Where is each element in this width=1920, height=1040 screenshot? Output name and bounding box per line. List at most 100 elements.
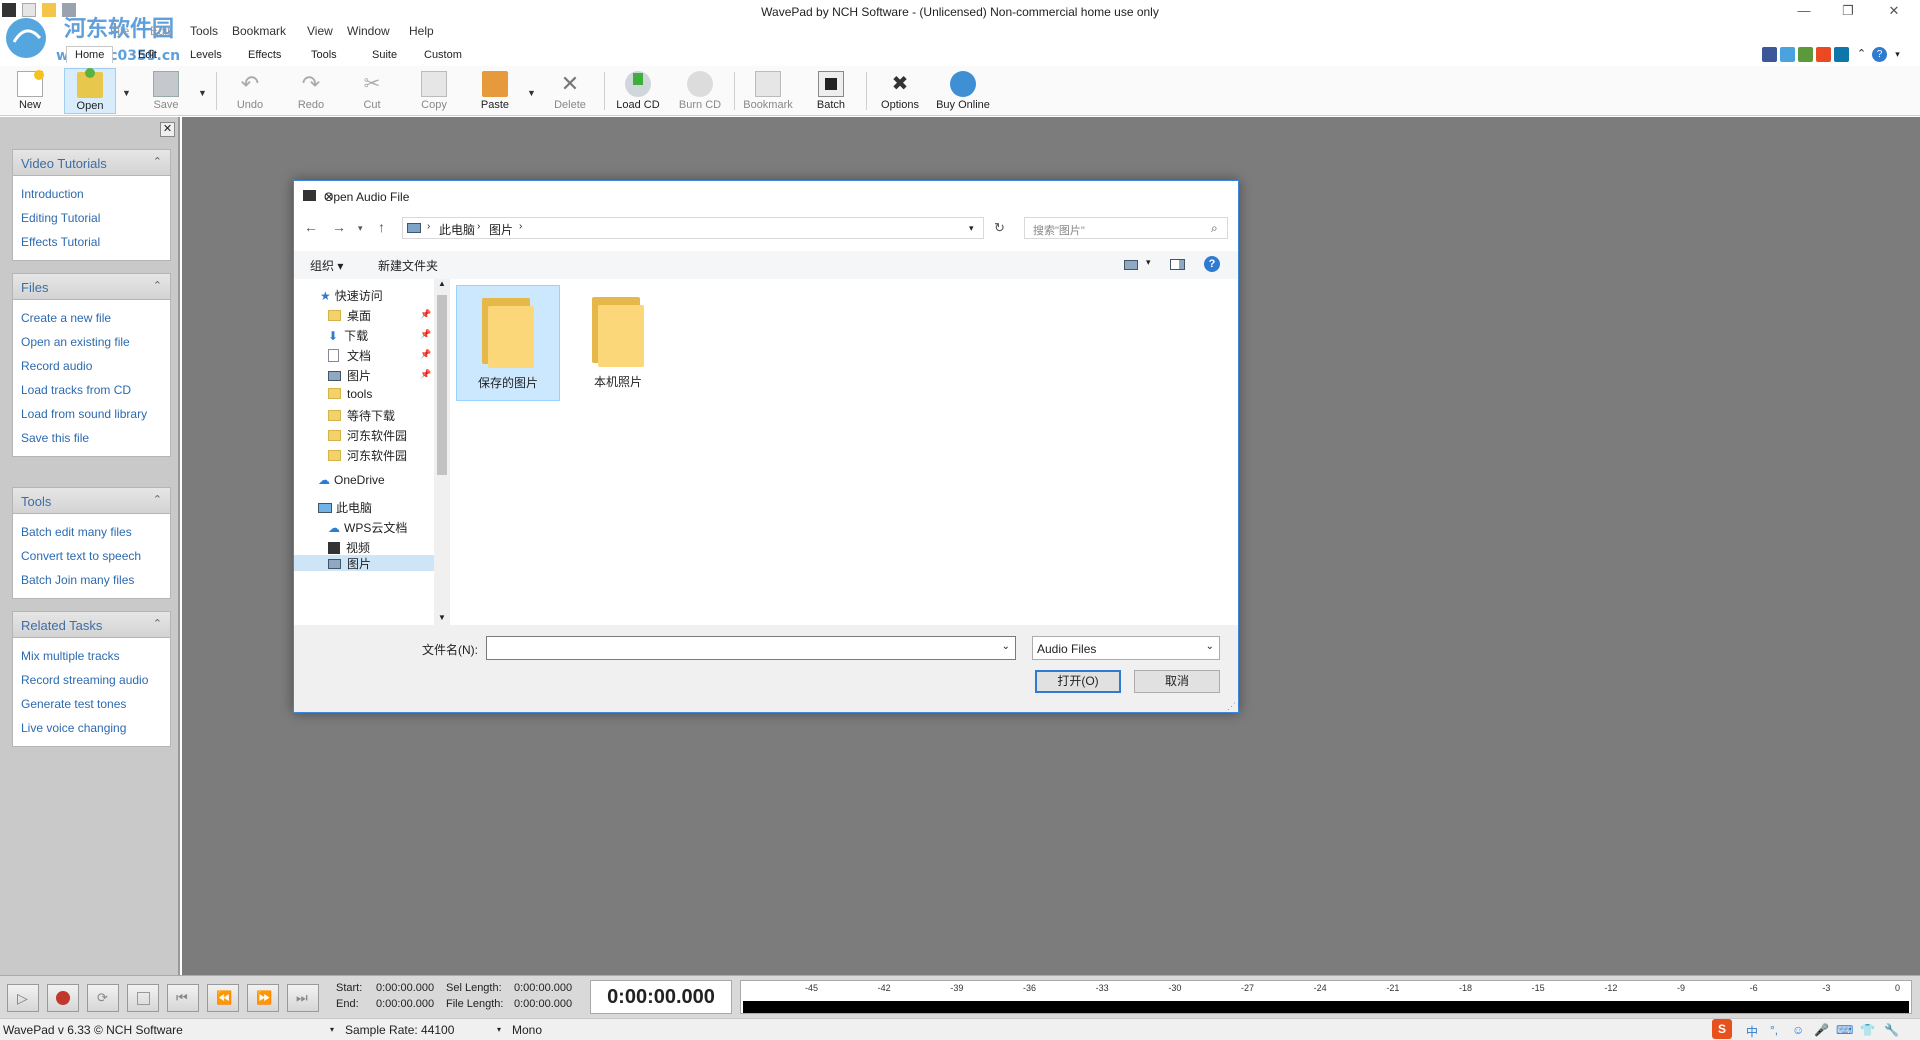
linkedin-icon[interactable] xyxy=(1834,47,1849,62)
save-button[interactable]: Save xyxy=(140,68,192,114)
link-load-sound-library[interactable]: Load from sound library xyxy=(13,406,170,422)
rewind-button[interactable]: ⏪ xyxy=(207,984,239,1012)
link-create-new-file[interactable]: Create a new file xyxy=(13,310,170,326)
new-folder-button[interactable]: 新建文件夹 xyxy=(378,257,438,274)
go-start-button[interactable]: ⏮ xyxy=(167,984,199,1012)
menu-bookmark[interactable]: Bookmark xyxy=(232,24,286,38)
tools-icon[interactable]: 🔧 xyxy=(1884,1023,1899,1037)
pin-icon[interactable]: 📌 xyxy=(420,309,431,320)
ime-language[interactable]: 中 xyxy=(1746,1023,1758,1040)
panel-header[interactable]: Related Tasks ⌃ xyxy=(13,612,170,638)
record-button[interactable] xyxy=(47,984,79,1012)
paste-button[interactable]: Paste xyxy=(469,68,521,114)
pin-icon[interactable]: 📌 xyxy=(420,349,431,360)
tab-tools[interactable]: Tools xyxy=(305,48,343,62)
dialog-close-icon[interactable]: ✕ xyxy=(324,190,1230,204)
recent-dropdown-icon[interactable]: ▾ xyxy=(358,223,363,234)
link-open-existing-file[interactable]: Open an existing file xyxy=(13,334,170,350)
tab-suite[interactable]: Suite xyxy=(366,48,403,62)
view-options-icon[interactable] xyxy=(1124,260,1138,270)
link-load-tracks-cd[interactable]: Load tracks from CD xyxy=(13,382,170,398)
address-dropdown-icon[interactable]: ▾ xyxy=(969,223,974,234)
collapse-icon[interactable]: ⌃ xyxy=(153,617,162,630)
close-pane-icon[interactable]: ✕ xyxy=(160,122,175,137)
emoji-icon[interactable]: ☺ xyxy=(1792,1023,1804,1037)
search-icon[interactable]: ⌕ xyxy=(1211,221,1218,236)
sample-rate[interactable]: Sample Rate: 44100 xyxy=(345,1023,454,1037)
panel-header[interactable]: Tools ⌃ xyxy=(13,488,170,514)
link-mix-tracks[interactable]: Mix multiple tracks xyxy=(13,648,170,664)
stop-button[interactable] xyxy=(127,984,159,1012)
open-dropdown-icon[interactable]: ▼ xyxy=(122,88,131,98)
cut-button[interactable]: ✂ Cut xyxy=(346,68,398,114)
tab-home[interactable]: Home xyxy=(66,46,114,63)
folder-item[interactable]: 本机照片 xyxy=(566,285,670,401)
stumbleupon-icon[interactable] xyxy=(1816,47,1831,62)
collapse-icon[interactable]: ⌃ xyxy=(153,279,162,292)
nav-tools[interactable]: tools xyxy=(328,387,372,401)
play-button[interactable]: ▷ xyxy=(7,984,39,1012)
panel-header[interactable]: Files ⌃ xyxy=(13,274,170,300)
google-plus-icon[interactable] xyxy=(1798,47,1813,62)
open-button[interactable]: Open xyxy=(64,68,116,114)
nav-documents[interactable]: 文档 xyxy=(328,347,371,364)
nav-downloads[interactable]: ⬇ 下载 xyxy=(328,327,368,344)
collapse-icon[interactable]: ⌃ xyxy=(153,493,162,506)
sogou-ime-icon[interactable]: S xyxy=(1712,1019,1732,1039)
nav-scrollbar[interactable]: ▲ ▼ xyxy=(434,279,450,625)
help-dropdown-icon[interactable]: ▾ xyxy=(1890,47,1905,62)
organize-button[interactable]: 组织 ▾ xyxy=(310,257,343,274)
tab-effects[interactable]: Effects xyxy=(242,48,287,62)
link-effects-tutorial[interactable]: Effects Tutorial xyxy=(13,234,170,250)
preview-pane-icon[interactable] xyxy=(1170,259,1185,270)
fast-forward-button[interactable]: ⏩ xyxy=(247,984,279,1012)
link-record-streaming[interactable]: Record streaming audio xyxy=(13,672,170,688)
nav-quick-access[interactable]: ★ 快速访问 xyxy=(320,287,383,304)
pin-icon[interactable]: 📌 xyxy=(420,369,431,380)
minimize-button[interactable]: — xyxy=(1782,0,1826,22)
filetype-dropdown-icon[interactable]: ⌄ xyxy=(1206,641,1214,652)
tab-edit[interactable]: Edit xyxy=(132,48,163,62)
help-icon[interactable]: ? xyxy=(1204,256,1220,272)
delete-button[interactable]: ✕ Delete xyxy=(544,68,596,114)
twitter-icon[interactable] xyxy=(1780,47,1795,62)
open-button-dialog[interactable]: 打开(O) xyxy=(1035,670,1121,693)
scroll-down-icon[interactable]: ▼ xyxy=(438,613,446,622)
address-bar[interactable]: › 此电脑 › 图片 › ▾ xyxy=(402,217,984,239)
microphone-icon[interactable]: 🎤 xyxy=(1814,1023,1829,1037)
collapse-ribbon-icon[interactable]: ⌃ xyxy=(1854,47,1869,62)
punctuation-icon[interactable]: °, xyxy=(1770,1023,1778,1037)
menu-help[interactable]: Help xyxy=(409,24,434,38)
cancel-button[interactable]: 取消 xyxy=(1134,670,1220,693)
refresh-icon[interactable]: ↻ xyxy=(994,220,1005,236)
bookmark-button[interactable]: Bookmark xyxy=(742,68,794,114)
link-text-to-speech[interactable]: Convert text to speech xyxy=(13,548,170,564)
tab-custom[interactable]: Custom xyxy=(418,48,468,62)
save-dropdown-icon[interactable]: ▼ xyxy=(198,88,207,98)
keyboard-icon[interactable]: ⌨ xyxy=(1836,1023,1853,1037)
undo-button[interactable]: ↶ Undo xyxy=(224,68,276,114)
buy-online-button[interactable]: Buy Online xyxy=(934,68,992,114)
close-window-button[interactable]: ✕ xyxy=(1872,0,1916,22)
panel-header[interactable]: Video Tutorials ⌃ xyxy=(13,150,170,176)
link-record-audio[interactable]: Record audio xyxy=(13,358,170,374)
menu-file[interactable]: File xyxy=(110,24,129,38)
breadcrumb-this-pc[interactable]: 此电脑 xyxy=(439,221,475,238)
load-cd-button[interactable]: Load CD xyxy=(612,68,664,114)
link-editing-tutorial[interactable]: Editing Tutorial xyxy=(13,210,170,226)
nav-pending-downloads[interactable]: 等待下载 xyxy=(328,407,395,424)
nav-onedrive[interactable]: ☁ OneDrive xyxy=(318,473,385,487)
menu-view[interactable]: View xyxy=(307,24,333,38)
link-batch-edit[interactable]: Batch edit many files xyxy=(13,524,170,540)
collapse-icon[interactable]: ⌃ xyxy=(153,155,162,168)
link-introduction[interactable]: Introduction xyxy=(13,186,170,202)
nav-desktop[interactable]: 桌面 xyxy=(328,307,371,324)
filename-dropdown-icon[interactable]: ⌄ xyxy=(1002,641,1010,652)
go-end-button[interactable]: ⏭ xyxy=(287,984,319,1012)
tab-levels[interactable]: Levels xyxy=(184,48,228,62)
scroll-up-icon[interactable]: ▲ xyxy=(438,279,446,288)
channels[interactable]: Mono xyxy=(512,1023,542,1037)
nav-videos[interactable]: 视频 xyxy=(328,539,370,556)
menu-edit[interactable]: Edit xyxy=(150,24,171,38)
burn-cd-button[interactable]: Burn CD xyxy=(674,68,726,114)
